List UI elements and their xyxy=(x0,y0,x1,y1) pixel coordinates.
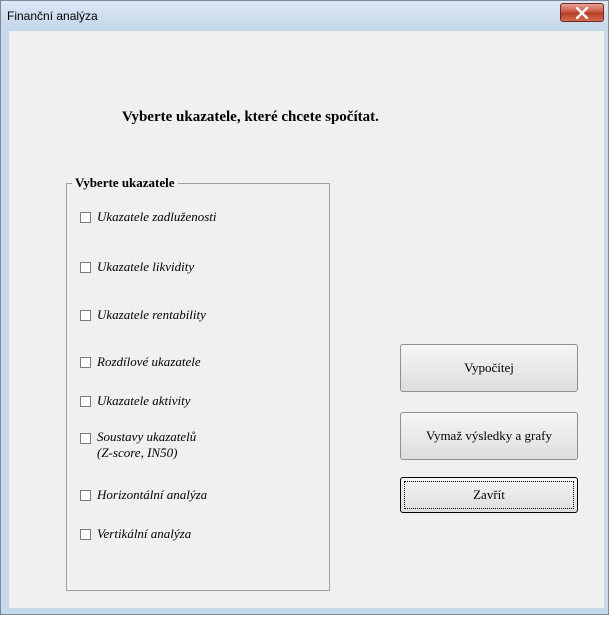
dialog-heading: Vyberte ukazatele, které chcete spočítat… xyxy=(122,109,379,125)
checkbox-row-profitability[interactable]: Ukazatele rentability xyxy=(80,307,206,323)
checkbox-row-debt[interactable]: Ukazatele zadluženosti xyxy=(80,209,217,225)
calculate-button[interactable]: Vypočítej xyxy=(400,344,578,392)
checkbox-label-systems-line1: Soustavy ukazatelů xyxy=(97,429,197,444)
checkbox-row-liquidity[interactable]: Ukazatele likvidity xyxy=(80,259,194,275)
checkbox-liquidity[interactable] xyxy=(80,262,91,273)
checkbox-label-differential[interactable]: Rozdílové ukazatele xyxy=(97,354,201,370)
dialog-client-area: Vyberte ukazatele, které chcete spočítat… xyxy=(9,31,604,608)
checkbox-differential[interactable] xyxy=(80,357,91,368)
indicators-groupbox: Vyberte ukazatele Ukazatele zadluženosti… xyxy=(66,175,330,591)
checkbox-label-horizontal[interactable]: Horizontální analýza xyxy=(97,487,207,503)
clear-results-button[interactable]: Vymaž výsledky a grafy xyxy=(400,412,578,460)
checkbox-debt[interactable] xyxy=(80,212,91,223)
groupbox-legend: Vyberte ukazatele xyxy=(72,175,178,191)
checkbox-label-liquidity[interactable]: Ukazatele likvidity xyxy=(97,259,194,275)
checkbox-row-horizontal[interactable]: Horizontální analýza xyxy=(80,487,207,503)
checkbox-profitability[interactable] xyxy=(80,310,91,321)
checkbox-label-debt[interactable]: Ukazatele zadluženosti xyxy=(97,209,217,225)
checkbox-label-activity[interactable]: Ukazatele aktivity xyxy=(97,393,191,409)
checkbox-row-differential[interactable]: Rozdílové ukazatele xyxy=(80,354,201,370)
checkbox-label-vertical[interactable]: Vertikální analýza xyxy=(97,526,191,542)
window-title: Finanční analýza xyxy=(7,9,98,23)
checkbox-label-profitability[interactable]: Ukazatele rentability xyxy=(97,307,206,323)
title-bar[interactable]: Finanční analýza xyxy=(1,1,608,31)
close-x-icon xyxy=(575,6,589,19)
checkbox-row-activity[interactable]: Ukazatele aktivity xyxy=(80,393,191,409)
dialog-window: Finanční analýza Vyberte ukazatele, kter… xyxy=(0,0,609,615)
checkbox-activity[interactable] xyxy=(80,396,91,407)
close-button[interactable]: Zavřít xyxy=(400,477,578,513)
checkbox-horizontal[interactable] xyxy=(80,490,91,501)
checkbox-row-systems[interactable]: Soustavy ukazatelů (Z-score, IN50) xyxy=(80,429,196,461)
checkbox-label-systems-line2: (Z-score, IN50) xyxy=(97,445,178,460)
checkbox-row-vertical[interactable]: Vertikální analýza xyxy=(80,526,191,542)
checkbox-vertical[interactable] xyxy=(80,529,91,540)
checkbox-label-systems[interactable]: Soustavy ukazatelů (Z-score, IN50) xyxy=(97,429,196,461)
close-window-button[interactable] xyxy=(560,3,604,22)
checkbox-systems[interactable] xyxy=(80,433,91,444)
